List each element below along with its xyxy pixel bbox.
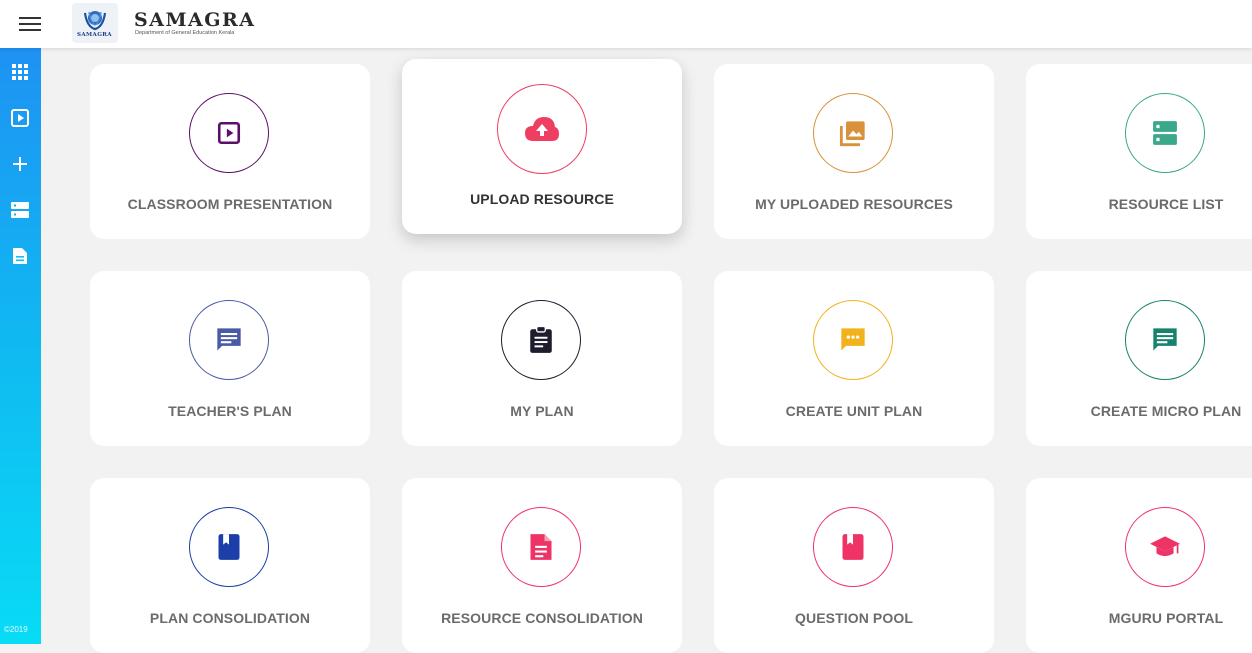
book-icon — [218, 534, 240, 560]
chat-dots-icon — [841, 328, 865, 351]
card-upload-resource[interactable]: UPLOAD RESOURCE — [402, 59, 682, 234]
card-label: UPLOAD RESOURCE — [470, 191, 614, 207]
card-label: CREATE UNIT PLAN — [785, 403, 923, 419]
card-label: MGURU PORTAL — [1108, 610, 1224, 626]
card-teachers-plan[interactable]: TEACHER'S PLAN — [90, 271, 370, 446]
card-label: RESOURCE CONSOLIDATION — [441, 610, 643, 626]
server-list-icon — [1153, 121, 1177, 145]
card-create-unit-plan[interactable]: CREATE UNIT PLAN — [714, 271, 994, 446]
top-header: SAMAGRA SAMAGRA Department of General Ed… — [0, 0, 1252, 48]
file-text-icon — [530, 534, 552, 560]
bookmark-book-icon — [842, 534, 864, 560]
chat-lines-icon — [1153, 328, 1177, 351]
document-icon — [13, 248, 27, 264]
sidebar-item-resource-list[interactable] — [10, 200, 30, 220]
card-create-micro-plan[interactable]: CREATE MICRO PLAN — [1026, 271, 1252, 446]
apps-grid-icon — [12, 64, 28, 80]
card-my-plan[interactable]: MY PLAN — [402, 271, 682, 446]
card-label: CREATE MICRO PLAN — [1090, 403, 1242, 419]
card-plan-consolidation[interactable]: PLAN CONSOLIDATION — [90, 478, 370, 653]
sidebar-item-add[interactable] — [10, 154, 30, 174]
card-label: QUESTION POOL — [795, 610, 913, 626]
chat-lines-icon — [217, 328, 241, 351]
logo-text: SAMAGRA — [77, 32, 112, 38]
sidebar-item-document[interactable] — [10, 246, 30, 266]
sidebar-item-presentation[interactable] — [10, 108, 30, 128]
image-library-icon — [839, 121, 865, 147]
brand-subtitle: Department of General Education Kerala — [135, 30, 235, 36]
brand-name: SAMAGRA — [134, 9, 256, 31]
card-label: PLAN CONSOLIDATION — [149, 610, 311, 626]
graduation-cap-icon — [1150, 536, 1180, 557]
clipboard-icon — [530, 326, 552, 353]
card-label: MY PLAN — [510, 403, 574, 419]
card-classroom-presentation[interactable]: CLASSROOM PRESENTATION — [90, 64, 370, 239]
sidebar: ©2019 — [0, 48, 41, 644]
sidebar-item-apps[interactable] — [10, 62, 30, 82]
presentation-icon — [11, 109, 29, 127]
card-mguru-portal[interactable]: MGURU PORTAL — [1026, 478, 1252, 653]
card-question-pool[interactable]: QUESTION POOL — [714, 478, 994, 653]
card-resource-list[interactable]: RESOURCE LIST — [1026, 64, 1252, 239]
play-box-icon — [217, 121, 241, 145]
card-resource-consolidation[interactable]: RESOURCE CONSOLIDATION — [402, 478, 682, 653]
cloud-upload-icon — [525, 117, 559, 141]
card-label: RESOURCE LIST — [1108, 196, 1224, 212]
resource-list-icon — [11, 202, 29, 218]
copyright-text: ©2019 — [4, 625, 28, 634]
plus-icon — [13, 157, 27, 171]
samagra-logo[interactable]: SAMAGRA — [72, 3, 118, 43]
hamburger-menu-icon[interactable] — [19, 13, 41, 33]
card-label: TEACHER'S PLAN — [168, 403, 292, 419]
card-label: MY UPLOADED RESOURCES — [755, 196, 953, 212]
card-my-uploaded-resources[interactable]: MY UPLOADED RESOURCES — [714, 64, 994, 239]
card-label: CLASSROOM PRESENTATION — [127, 196, 333, 212]
